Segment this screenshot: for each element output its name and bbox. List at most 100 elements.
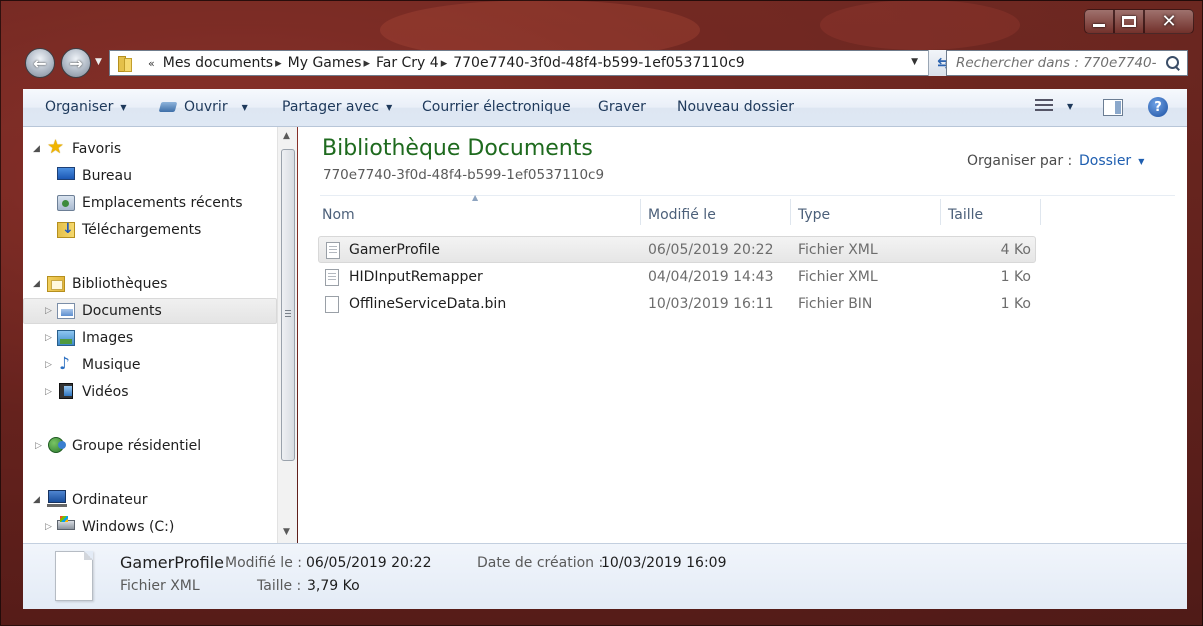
open-button[interactable]: Ouvrir ▼ xyxy=(160,99,248,115)
breadcrumb-my-games[interactable]: My Games xyxy=(288,55,362,71)
header-divider xyxy=(320,195,1175,196)
back-button[interactable]: ← xyxy=(25,48,55,78)
organize-button[interactable]: Organiser ▼ xyxy=(45,99,127,115)
file-row[interactable]: OfflineServiceData.bin 10/03/2019 16:11 … xyxy=(318,291,1036,318)
breadcrumb-chevron-icon[interactable]: ▸ xyxy=(441,56,448,71)
recent-pages-dropdown[interactable]: ▼ xyxy=(95,57,102,67)
nav-libraries[interactable]: ◢ Bibliothèques xyxy=(23,272,277,296)
share-button[interactable]: Partager avec ▼ xyxy=(282,99,392,115)
star-icon: ★ xyxy=(47,136,65,158)
homegroup-icon xyxy=(48,437,66,453)
navigation-pane: ◢ ★ Favoris Bureau Emplacements récents … xyxy=(23,127,297,543)
nav-images[interactable]: ▷ Images xyxy=(23,326,277,350)
library-subtitle: 770e7740-3f0d-48f4-b599-1ef0537110c9 xyxy=(323,167,605,183)
nav-label: Documents xyxy=(82,303,162,319)
navigation-pane-scrollbar[interactable]: ▲ ▼ xyxy=(277,127,297,543)
expanded-triangle-icon[interactable]: ◢ xyxy=(33,144,40,154)
nav-desktop[interactable]: Bureau xyxy=(23,164,277,188)
breadcrumb-mes-documents[interactable]: Mes documents xyxy=(163,55,273,71)
column-header-modified[interactable]: Modifié le xyxy=(648,199,716,231)
column-divider[interactable] xyxy=(790,199,791,225)
file-icon xyxy=(325,296,339,313)
address-bar[interactable]: « Mes documents ▸ My Games ▸ Far Cry 4 ▸… xyxy=(109,50,959,76)
arrow-left-icon: ← xyxy=(33,53,47,73)
nav-label: Téléchargements xyxy=(82,222,202,238)
burn-button[interactable]: Graver xyxy=(598,99,646,115)
arrange-by-dropdown[interactable]: Dossier ▼ xyxy=(1079,153,1144,169)
scrollbar-grip-icon xyxy=(285,310,291,319)
nav-documents[interactable]: ▷ Documents xyxy=(23,298,277,324)
nav-label: Images xyxy=(82,330,134,346)
view-dropdown-icon[interactable]: ▼ xyxy=(1067,102,1073,111)
breadcrumb-chevron-icon[interactable]: ▸ xyxy=(363,56,370,71)
file-size: 1 Ko xyxy=(1000,269,1031,285)
nav-recent-places[interactable]: Emplacements récents xyxy=(23,191,277,215)
expanded-triangle-icon[interactable]: ◢ xyxy=(33,495,40,505)
nav-label: Groupe résidentiel xyxy=(72,438,202,454)
email-label: Courrier électronique xyxy=(422,99,571,115)
minimize-icon xyxy=(1093,24,1105,27)
close-button[interactable]: ✕ xyxy=(1144,9,1194,34)
collapsed-triangle-icon[interactable]: ▷ xyxy=(35,441,42,451)
breadcrumb-far-cry-4[interactable]: Far Cry 4 xyxy=(376,55,439,71)
file-thumbnail-icon xyxy=(55,551,93,601)
search-input[interactable] xyxy=(956,55,1156,71)
overflow-chevron-icon[interactable]: « xyxy=(148,57,155,70)
address-dropdown-icon[interactable]: ▼ xyxy=(911,57,918,67)
details-file-name: GamerProfile xyxy=(120,553,224,572)
scroll-down-arrow-icon[interactable]: ▼ xyxy=(283,527,290,537)
search-icon[interactable] xyxy=(1165,55,1181,71)
command-bar: Organiser ▼ Ouvrir ▼ Partager avec ▼ Courri… xyxy=(23,89,1187,127)
details-modified-value: 06/05/2019 20:22 xyxy=(306,555,432,571)
images-library-icon xyxy=(57,330,75,346)
dropdown-arrow-icon: ▼ xyxy=(241,102,248,112)
dropdown-arrow-icon: ▼ xyxy=(386,102,393,112)
column-header-name[interactable]: Nom xyxy=(322,199,355,231)
open-label: Ouvrir xyxy=(184,99,228,115)
close-icon: ✕ xyxy=(1161,10,1177,32)
column-header-type[interactable]: Type xyxy=(798,199,830,231)
minimize-button[interactable] xyxy=(1084,9,1114,34)
collapsed-triangle-icon[interactable]: ▷ xyxy=(45,387,52,397)
details-modified-label: Modifié le : xyxy=(225,555,302,571)
drive-icon xyxy=(57,516,75,530)
search-box[interactable] xyxy=(946,50,1188,76)
change-view-icon[interactable] xyxy=(1035,99,1055,115)
file-row[interactable]: GamerProfile 06/05/2019 20:22 Fichier XM… xyxy=(318,236,1036,263)
file-modified: 04/04/2019 14:43 xyxy=(648,269,774,285)
preview-pane-icon[interactable] xyxy=(1103,99,1123,116)
nav-music[interactable]: ▷ ♪ Musique xyxy=(23,353,277,377)
scrollbar-thumb[interactable] xyxy=(281,149,295,461)
scroll-up-arrow-icon[interactable]: ▲ xyxy=(283,131,290,141)
email-button[interactable]: Courrier électronique xyxy=(422,99,571,115)
collapsed-triangle-icon[interactable]: ▷ xyxy=(45,306,52,316)
column-divider[interactable] xyxy=(1040,199,1041,225)
column-header-size[interactable]: Taille xyxy=(948,199,983,231)
file-row[interactable]: HIDInputRemapper 04/04/2019 14:43 Fichie… xyxy=(318,264,1036,291)
collapsed-triangle-icon[interactable]: ▷ xyxy=(45,360,52,370)
maximize-button[interactable] xyxy=(1114,9,1144,34)
new-folder-button[interactable]: Nouveau dossier xyxy=(677,99,794,115)
collapsed-triangle-icon[interactable]: ▷ xyxy=(45,522,52,532)
column-divider[interactable] xyxy=(640,199,641,225)
nav-favorites[interactable]: ◢ ★ Favoris xyxy=(23,137,277,161)
nav-label: Windows (C:) xyxy=(82,519,175,535)
nav-homegroup[interactable]: ▷ Groupe résidentiel xyxy=(23,434,277,458)
nav-downloads[interactable]: Téléchargements xyxy=(23,218,277,242)
nav-videos[interactable]: ▷ Vidéos xyxy=(23,380,277,404)
column-divider[interactable] xyxy=(940,199,941,225)
forward-button[interactable]: → xyxy=(61,48,91,78)
breadcrumb-current-folder[interactable]: 770e7740-3f0d-48f4-b599-1ef0537110c9 xyxy=(453,55,744,71)
nav-computer[interactable]: ◢ Ordinateur xyxy=(23,488,277,512)
maximize-icon xyxy=(1122,16,1136,27)
help-button[interactable]: ? xyxy=(1148,97,1168,117)
details-pane: GamerProfile Fichier XML Modifié le : 06… xyxy=(23,543,1187,609)
file-type: Fichier BIN xyxy=(798,296,873,312)
breadcrumb-chevron-icon[interactable]: ▸ xyxy=(275,56,282,71)
sort-ascending-icon: ▲ xyxy=(472,193,479,202)
expanded-triangle-icon[interactable]: ◢ xyxy=(33,279,40,289)
nav-label: Favoris xyxy=(72,141,122,157)
collapsed-triangle-icon[interactable]: ▷ xyxy=(45,333,52,343)
nav-drive-c[interactable]: ▷ Windows (C:) xyxy=(23,515,277,539)
downloads-icon xyxy=(57,221,75,238)
